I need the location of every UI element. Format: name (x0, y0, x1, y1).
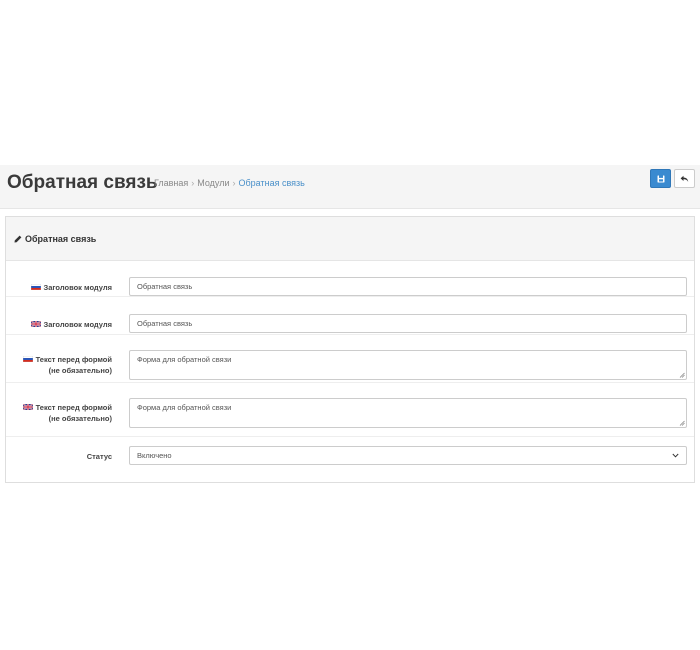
reply-icon (680, 175, 689, 182)
pencil-icon (14, 235, 22, 242)
text-ru-label-line2: (не обязательно) (48, 366, 112, 375)
form-row-heading-en: Заголовок модуля Обратная связь (6, 297, 694, 335)
heading-ru-input[interactable]: Обратная связь (129, 277, 687, 296)
resize-handle-icon[interactable] (679, 420, 685, 426)
field-label: Заголовок модуля (30, 282, 112, 293)
panel-heading: Обратная связь (6, 217, 694, 261)
form-row-heading-ru: Заголовок модуля Обратная связь (6, 261, 694, 297)
ru-flag-icon (22, 356, 33, 362)
save-button[interactable] (650, 169, 671, 188)
breadcrumb-separator: › (232, 178, 236, 188)
text-ru-value: Форма для обратной связи (137, 355, 232, 364)
breadcrumb-modules-link[interactable]: Модули (197, 178, 229, 188)
heading-en-label: Заголовок модуля (43, 320, 112, 329)
field-label: Текст перед формой (не обязательно) (22, 402, 112, 424)
breadcrumb: Главная › Модули › Обратная связь (154, 178, 305, 188)
form-row-status: Статус Включено (6, 437, 694, 482)
text-en-value: Форма для обратной связи (137, 403, 232, 412)
page-title: Обратная связь (7, 172, 158, 193)
form-row-text-en: Текст перед формой (не обязательно) Форм… (6, 383, 694, 437)
status-select[interactable]: Включено (129, 446, 687, 465)
gb-flag-icon (22, 404, 33, 410)
floppy-disk-icon (657, 175, 664, 182)
text-ru-textarea[interactable]: Форма для обратной связи (129, 350, 687, 380)
back-button[interactable] (674, 169, 695, 188)
text-en-textarea[interactable]: Форма для обратной связи (129, 398, 687, 428)
heading-en-input[interactable]: Обратная связь (129, 314, 687, 333)
form-row-text-ru: Текст перед формой (не обязательно) Форм… (6, 335, 694, 383)
breadcrumb-home-link[interactable]: Главная (154, 178, 188, 188)
field-label: Текст перед формой (не обязательно) (22, 354, 112, 376)
status-label: Статус (86, 452, 112, 461)
field-label: Заголовок модуля (30, 319, 112, 330)
text-en-label-line1: Текст перед формой (35, 403, 112, 412)
settings-panel: Обратная связь Заголовок модуля Обратная… (5, 216, 695, 483)
text-ru-label-line1: Текст перед формой (35, 355, 112, 364)
status-select-value: Включено (137, 451, 172, 460)
heading-ru-label: Заголовок модуля (43, 283, 112, 292)
ru-flag-icon (30, 284, 41, 290)
chevron-down-icon (672, 453, 679, 458)
resize-handle-icon[interactable] (679, 372, 685, 378)
gb-flag-icon (30, 321, 41, 327)
text-en-label-line2: (не обязательно) (48, 414, 112, 423)
page-header: Обратная связь Главная › Модули › Обратн… (0, 165, 700, 209)
breadcrumb-current-link[interactable]: Обратная связь (239, 178, 305, 188)
panel-title: Обратная связь (25, 233, 97, 244)
breadcrumb-separator: › (191, 178, 195, 188)
text-ru-label: Текст перед формой (не обязательно) (36, 354, 112, 376)
text-en-label: Текст перед формой (не обязательно) (36, 402, 112, 424)
field-label: Статус (87, 451, 112, 462)
page: Обратная связь Главная › Модули › Обратн… (0, 0, 700, 650)
